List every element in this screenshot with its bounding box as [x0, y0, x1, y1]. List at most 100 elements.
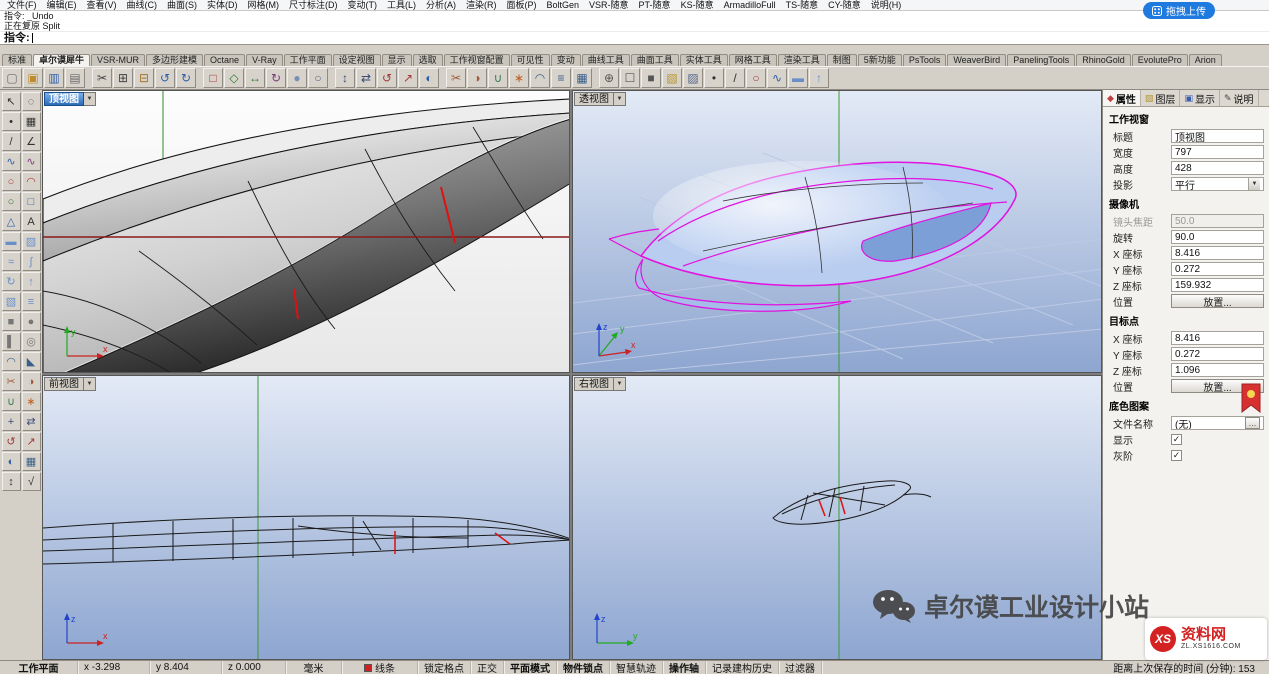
- box-tool-icon[interactable]: ■: [2, 312, 21, 331]
- points-grid-icon[interactable]: ▦: [22, 112, 41, 131]
- pan-view-icon[interactable]: ↔: [245, 68, 265, 88]
- property-value[interactable]: 90.0 ✓ ▼ …: [1171, 230, 1264, 244]
- undo-icon[interactable]: ↺: [155, 68, 175, 88]
- extrude-icon[interactable]: ↑: [809, 68, 829, 88]
- point-tool-icon[interactable]: •: [2, 112, 21, 131]
- toggle-smarttrack[interactable]: 智慧轨迹: [610, 661, 663, 674]
- line-tool-icon[interactable]: /: [2, 132, 21, 151]
- toolbar-separator[interactable]: [197, 68, 202, 88]
- top-view-canvas[interactable]: [43, 91, 570, 373]
- mirror-tool-icon[interactable]: ◐: [2, 452, 21, 471]
- menu-item[interactable]: 查看(V): [82, 0, 122, 11]
- perspective-view-canvas[interactable]: [573, 91, 1102, 373]
- patch-tool-icon[interactable]: ▧: [2, 292, 21, 311]
- panel-tab-properties[interactable]: ◆ 属性: [1103, 90, 1141, 106]
- units-label[interactable]: 毫米: [286, 661, 342, 674]
- redo-icon[interactable]: ↻: [176, 68, 196, 88]
- property-value[interactable]: 50.0 ✓ ▼ …: [1171, 214, 1264, 228]
- tube-tool-icon[interactable]: ◎: [22, 332, 41, 351]
- zoom-extents-icon[interactable]: ◇: [224, 68, 244, 88]
- split-icon[interactable]: ◑: [467, 68, 487, 88]
- handle-curve-icon[interactable]: ∿: [22, 152, 41, 171]
- toolbar-tab[interactable]: 制图: [827, 54, 857, 66]
- fillet-icon[interactable]: ◠: [530, 68, 550, 88]
- menu-item[interactable]: 说明(H): [866, 0, 907, 11]
- offset-surface-icon[interactable]: ≡: [22, 292, 41, 311]
- open-file-icon[interactable]: ▣: [23, 68, 43, 88]
- arc-tool-icon[interactable]: ◠: [22, 172, 41, 191]
- menu-item[interactable]: ArmadilloFull: [719, 0, 781, 11]
- viewport-title-top[interactable]: 顶视图 ▼: [44, 92, 96, 106]
- toolbar-tab[interactable]: 标准: [2, 54, 32, 66]
- rotate-icon[interactable]: ↺: [377, 68, 397, 88]
- toolbar-tab[interactable]: 多边形建模: [146, 54, 203, 66]
- hide-object-icon[interactable]: ☐: [620, 68, 640, 88]
- panel-tab-layers[interactable]: ▧ 图层: [1141, 90, 1181, 106]
- menu-item[interactable]: PT-随意: [634, 0, 676, 11]
- current-layer[interactable]: 线条: [342, 661, 418, 674]
- viewport-top[interactable]: x y 顶视图 ▼: [42, 90, 570, 373]
- toolbar-tab[interactable]: 选取: [413, 54, 443, 66]
- panel-tab-display[interactable]: ▣ 显示: [1180, 90, 1220, 106]
- explode-tool-icon[interactable]: ∗: [22, 392, 41, 411]
- array-tool-icon[interactable]: ▦: [22, 452, 41, 471]
- point-icon[interactable]: •: [704, 68, 724, 88]
- toolbar-tab[interactable]: 工作平面: [284, 54, 332, 66]
- toggle-filter[interactable]: 过滤器: [779, 661, 822, 674]
- extrude-tool-icon[interactable]: ↑: [22, 272, 41, 291]
- cylinder-tool-icon[interactable]: ▌: [2, 332, 21, 351]
- polyline-tool-icon[interactable]: ∠: [22, 132, 41, 151]
- toggle-gumball[interactable]: 操作轴: [663, 661, 706, 674]
- wireframe-view-icon[interactable]: ○: [308, 68, 328, 88]
- dimension-tool-icon[interactable]: ↕: [2, 472, 21, 491]
- shaded-view-icon[interactable]: ●: [287, 68, 307, 88]
- menu-item[interactable]: BoltGen: [542, 0, 585, 11]
- toggle-record-history[interactable]: 记录建构历史: [706, 661, 779, 674]
- scale-icon[interactable]: ↗: [398, 68, 418, 88]
- panel-tab-help[interactable]: ✎ 说明: [1220, 90, 1259, 106]
- chevron-down-icon[interactable]: ▼: [84, 377, 96, 391]
- copy-tool-icon[interactable]: ⇄: [22, 412, 41, 431]
- toolbar-tab[interactable]: 5新功能: [858, 54, 902, 66]
- trim-icon[interactable]: ✂: [446, 68, 466, 88]
- print-icon[interactable]: ▤: [65, 68, 85, 88]
- menu-item[interactable]: KS-随意: [676, 0, 719, 11]
- front-view-canvas[interactable]: [43, 376, 570, 660]
- toolbar-separator[interactable]: [440, 68, 445, 88]
- red-ribbon-badge[interactable]: [1241, 383, 1261, 413]
- property-value[interactable]: 1.096 ✓ ▼ …: [1171, 363, 1264, 377]
- plane-tool-icon[interactable]: ▬: [2, 232, 21, 251]
- rectangle-tool-icon[interactable]: □: [22, 192, 41, 211]
- property-value[interactable]: 0.272 ✓ ▼ …: [1171, 347, 1264, 361]
- layers-icon[interactable]: ▧: [662, 68, 682, 88]
- property-value[interactable]: (无) ✓ ▼ …: [1171, 416, 1264, 430]
- cplane-selector[interactable]: 工作平面: [0, 661, 78, 674]
- property-value[interactable]: 428 ✓ ▼ …: [1171, 161, 1264, 175]
- ellipse-tool-icon[interactable]: ○: [2, 192, 21, 211]
- property-value[interactable]: 797 ✓ ▼ …: [1171, 145, 1264, 159]
- fillet-edge-icon[interactable]: ◠: [2, 352, 21, 371]
- toolbar-tab[interactable]: Octane: [204, 54, 245, 66]
- explode-icon[interactable]: ∗: [509, 68, 529, 88]
- paste-icon[interactable]: ⊟: [134, 68, 154, 88]
- group-icon[interactable]: ⊕: [599, 68, 619, 88]
- circle-icon[interactable]: ○: [746, 68, 766, 88]
- toolbar-tab[interactable]: 实体工具: [680, 54, 728, 66]
- property-value[interactable]: 平行 ✓ ▼ …: [1171, 177, 1264, 191]
- upload-button[interactable]: 拖拽上传: [1143, 2, 1215, 19]
- toolbar-tab[interactable]: V-Ray: [246, 54, 283, 66]
- toolbar-separator[interactable]: [86, 68, 91, 88]
- menu-item[interactable]: 编辑(E): [42, 0, 82, 11]
- sphere-tool-icon[interactable]: ●: [22, 312, 41, 331]
- save-file-icon[interactable]: ▥: [44, 68, 64, 88]
- text-tool-icon[interactable]: A: [22, 212, 41, 231]
- viewport-title-perspective[interactable]: 透视图 ▼: [574, 92, 626, 106]
- viewport-perspective[interactable]: x y z 透视图 ▼: [572, 90, 1102, 373]
- property-value[interactable]: 顶视图 ✓ ▼ …: [1171, 129, 1264, 143]
- toolbar-tab[interactable]: Arion: [1189, 54, 1222, 66]
- copy-icon[interactable]: ⊞: [113, 68, 133, 88]
- toolbar-tab[interactable]: RhinoGold: [1076, 54, 1131, 66]
- toolbar-tab[interactable]: PsTools: [903, 54, 947, 66]
- menu-item[interactable]: 曲线(C): [122, 0, 163, 11]
- loft-tool-icon[interactable]: ≈: [2, 252, 21, 271]
